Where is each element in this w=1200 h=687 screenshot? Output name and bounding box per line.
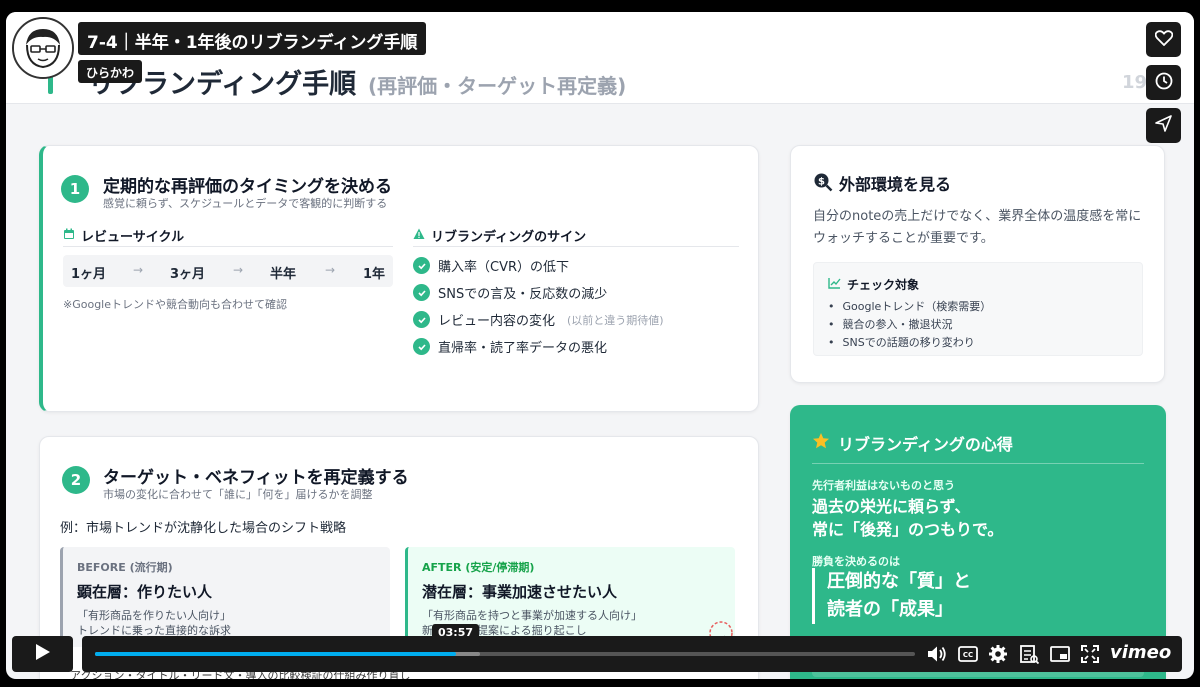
like-button[interactable]	[1146, 22, 1181, 57]
play-icon	[35, 643, 51, 665]
share-button[interactable]	[1146, 108, 1181, 143]
after-desc-line: 「有形商品を持つと事業が加速する人向け」	[422, 609, 642, 622]
divider	[812, 463, 1144, 464]
arrow-right-icon: →	[133, 263, 144, 277]
after-label: AFTER (安定/停滞期)	[422, 561, 535, 574]
vimeo-logo[interactable]: vimeo	[1110, 642, 1171, 663]
list-item: SNSでの話題の移り変わり	[828, 334, 991, 352]
sign-note: (以前と違う期待値)	[567, 313, 664, 327]
pip-icon[interactable]	[1050, 644, 1070, 664]
rebranding-signs-label: リブランディングのサイン	[413, 226, 586, 245]
cycle-item: 3ヶ月	[170, 267, 206, 282]
progress-bar[interactable]	[95, 652, 915, 656]
before-description: 「有形商品を作りたい人向け」 トレンドに乗った直接的な訴求	[77, 608, 376, 638]
video-title[interactable]: 7-4｜半年・1年後のリブランディング手順	[78, 22, 427, 55]
review-cycle-text: レビューサイクル	[81, 230, 185, 245]
check-icon	[413, 284, 430, 301]
cycle-note: ※Googleトレンドや競合動向も合わせて確認	[63, 298, 288, 311]
review-timing-card: 1 定期的な再評価のタイミングを決める 感覚に頼らず、スケジュールとデータで客観…	[39, 145, 759, 412]
before-heading: 顕在層：作りたい人	[77, 583, 213, 601]
check-icon	[413, 311, 430, 328]
channel-avatar[interactable]	[12, 17, 74, 79]
watch-later-button[interactable]	[1146, 65, 1181, 100]
after-heading: 潜在層：事業加速させたい人	[422, 583, 618, 601]
review-cycle-label: レビューサイクル	[63, 226, 184, 245]
check-target-list: Googleトレンド（検索需要） 競合の参入・撤退状況 SNSでの話題の移り変わ…	[828, 298, 992, 352]
rebranding-signs-text: リブランディングのサイン	[431, 230, 587, 245]
svg-text:CC: CC	[963, 651, 973, 659]
step-number-2: 2	[62, 466, 90, 494]
sign-text: レビュー内容の変化	[438, 314, 556, 329]
divider	[63, 246, 393, 247]
cycle-item: 1年	[363, 267, 386, 282]
card-title: 外部環境を見る	[839, 175, 952, 194]
slide-subtitle: (再評価・ターゲット再定義)	[368, 74, 627, 98]
chart-icon	[828, 277, 841, 292]
heart-icon	[1154, 29, 1173, 50]
external-environment-card: $ 外部環境を見る 自分のnoteの売上だけでなく、業界全体の温度感を常にウォッ…	[790, 145, 1165, 383]
send-icon	[1155, 115, 1172, 136]
tips-quote: 圧倒的な「質」と 読者の「成果」	[812, 568, 971, 624]
cycle-item: 半年	[270, 267, 297, 282]
warning-icon	[413, 228, 425, 244]
arrow-right-icon: →	[325, 263, 336, 277]
calendar-icon	[63, 228, 75, 244]
sign-item: 直帰率・読了率データの悪化	[413, 337, 607, 356]
progress-played	[95, 652, 456, 656]
card-description: 自分のnoteの売上だけでなく、業界全体の温度感を常にウォッチすることが重要です…	[813, 209, 1142, 246]
card-subtitle: 感覚に頼らず、スケジュールとデータで客観的に判断する	[103, 197, 388, 210]
transcript-icon[interactable]	[1019, 644, 1039, 664]
arrow-right-icon: →	[233, 263, 244, 277]
tips-label: 先行者利益はないものと思う	[812, 479, 955, 492]
list-item: Googleトレンド（検索需要）	[828, 298, 992, 316]
cc-icon[interactable]: CC	[958, 644, 978, 664]
tips-statement-line: 常に「後発」のつもりで。	[812, 520, 1004, 539]
review-cycle-timeline: 1ヶ月 → 3ヶ月 → 半年 → 1年	[63, 255, 393, 287]
check-icon	[413, 257, 430, 274]
divider	[413, 246, 739, 247]
check-target-text: チェック対象	[847, 278, 920, 292]
sign-text: SNSでの言及・反応数の減少	[438, 287, 608, 302]
tips-title-text: リブランディングの心得	[838, 435, 1013, 454]
before-desc-line: 「有形商品を作りたい人向け」	[77, 609, 231, 622]
tips-title: リブランディングの心得	[812, 431, 1013, 455]
volume-icon[interactable]	[927, 644, 947, 664]
before-box: BEFORE (流行期) 顕在層：作りたい人 「有形商品を作りたい人向け」 トレ…	[60, 547, 390, 647]
tips-quote-line: 圧倒的な「質」と	[827, 571, 971, 592]
card-title: ターゲット・ベネフィットを再定義する	[103, 468, 409, 488]
gear-icon[interactable]	[988, 644, 1008, 664]
tips-statement: 過去の栄光に頼らず、 常に「後発」のつもりで。	[812, 495, 1003, 541]
card-title: 定期的な再評価のタイミングを決める	[103, 177, 392, 197]
check-target-box: チェック対象 Googleトレンド（検索需要） 競合の参入・撤退状況 SNSでの…	[813, 262, 1143, 356]
star-icon	[812, 432, 830, 454]
sign-item: 購入率（CVR）の低下	[413, 256, 569, 275]
step-number-1: 1	[61, 175, 89, 203]
example-text: 例：市場トレンドが沈静化した場合のシフト戦略	[60, 521, 347, 536]
svg-text:$: $	[818, 177, 825, 188]
sign-item: レビュー内容の変化 (以前と違う期待値)	[413, 310, 664, 329]
clock-icon	[1155, 72, 1173, 94]
sign-text: 直帰率・読了率データの悪化	[438, 341, 608, 356]
sign-item: SNSでの言及・反応数の減少	[413, 283, 607, 302]
check-icon	[413, 338, 430, 355]
before-label: BEFORE (流行期)	[77, 561, 173, 574]
list-item: 競合の参入・撤退状況	[828, 316, 991, 334]
page-number: 19	[1122, 72, 1148, 93]
player-control-bar: CC vimeo	[82, 636, 1182, 672]
fullscreen-icon[interactable]	[1080, 644, 1100, 664]
video-frame[interactable]: リブランディング手順 (再評価・ターゲット再定義) 19 1 定期的な再評価のタ…	[6, 12, 1194, 679]
card-subtitle: 市場の変化に合わせて「誰に」「何を」届けるかを調整	[103, 488, 373, 501]
cycle-item: 1ヶ月	[71, 267, 107, 282]
sign-text: 購入率（CVR）の低下	[438, 260, 570, 275]
tips-statement-line: 過去の栄光に頼らず、	[812, 497, 971, 516]
play-button[interactable]	[12, 636, 73, 672]
channel-name[interactable]: ひらかわ	[78, 60, 143, 83]
search-dollar-icon: $	[813, 172, 833, 196]
tips-quote-line: 読者の「成果」	[827, 599, 953, 620]
tips-label: 勝負を決めるのは	[812, 555, 900, 568]
check-target-title: チェック対象	[828, 276, 919, 293]
